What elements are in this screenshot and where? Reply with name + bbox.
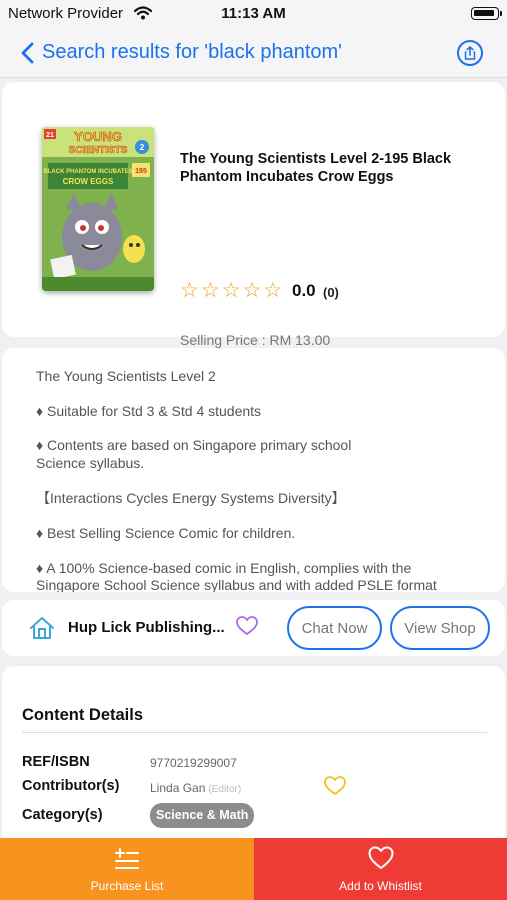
content-details-heading: Content Details xyxy=(22,706,144,724)
book-cover-image[interactable]: 21 YOUNG SCIENTISTS 2 BLACK PHANTOM INCU… xyxy=(42,127,154,291)
share-icon xyxy=(464,46,476,60)
battery-icon xyxy=(471,7,502,20)
shop-row: Hup Lick Publishing... Chat Now View Sho… xyxy=(2,600,505,656)
isbn-value: 9770219299007 xyxy=(150,756,237,770)
contributor-role: (Editor) xyxy=(208,784,242,795)
category-chip[interactable]: Science & Math xyxy=(150,803,255,828)
product-title: The Young Scientists Level 2-195 Black P… xyxy=(180,151,452,185)
contributor-value: Linda Gan (Editor) xyxy=(150,781,241,795)
favorite-contributor-heart-icon[interactable] xyxy=(324,776,346,801)
star-empty-icon: ☆ xyxy=(200,279,220,302)
cover-story-line2: CROW EGGS xyxy=(63,177,114,186)
description-line: ♦ A 100% Science-based comic in English,… xyxy=(36,560,412,576)
content-details-card: Content Details REF/ISBN 9770219299007 C… xyxy=(2,666,505,846)
selling-price: Selling Price : RM 13.00 xyxy=(180,332,331,348)
star-empty-icon: ☆ xyxy=(242,279,262,302)
navigation-bar: Search results for 'black phantom' xyxy=(0,28,507,78)
description-card[interactable]: The Young Scientists Level 2 ♦ Suitable … xyxy=(2,348,505,592)
chevron-left-icon xyxy=(21,42,34,64)
add-to-wishlist-label: Add to Whistlist xyxy=(339,879,422,893)
description-line: ♦ Contents are based on Singapore primar… xyxy=(36,437,352,453)
star-empty-icon: ☆ xyxy=(180,279,199,302)
star-empty-icon: ☆ xyxy=(263,279,283,302)
description-line: The Young Scientists Level 2 xyxy=(36,368,216,384)
description-line: ♦ Suitable for Std 3 & Std 4 students xyxy=(36,403,262,419)
follow-shop-heart-icon[interactable] xyxy=(236,616,258,641)
divider xyxy=(22,732,487,733)
cover-issue: 195 xyxy=(135,168,147,175)
isbn-label: REF/ISBN xyxy=(22,754,90,770)
add-to-wishlist-button[interactable]: Add to Whistlist xyxy=(254,838,507,900)
description-line: ♦ Best Selling Science Comic for childre… xyxy=(36,525,296,541)
star-empty-icon: ☆ xyxy=(221,279,241,302)
shop-name[interactable]: Hup Lick Publishing... xyxy=(68,619,225,636)
back-button[interactable] xyxy=(12,38,42,68)
description-line: 【Interactions Cycles Energy Systems Dive… xyxy=(36,490,346,506)
rating-count: (0) xyxy=(323,285,339,300)
product-card: 21 YOUNG SCIENTISTS 2 BLACK PHANTOM INCU… xyxy=(2,82,505,348)
purchase-list-button[interactable]: Purchase List xyxy=(0,838,254,900)
shop-house-icon xyxy=(29,615,55,646)
view-shop-button[interactable]: View Shop xyxy=(390,606,490,650)
cover-badge-number: 21 xyxy=(46,132,54,139)
cover-level: 2 xyxy=(140,143,145,152)
contributor-name: Linda Gan xyxy=(150,781,206,795)
share-button[interactable] xyxy=(457,40,483,66)
purchase-list-label: Purchase List xyxy=(90,879,164,893)
chat-now-button[interactable]: Chat Now xyxy=(287,606,382,650)
page-title: Search results for 'black phantom' xyxy=(42,41,342,63)
rating-value: 0.0 xyxy=(292,281,316,300)
description-line: Science syllabus. xyxy=(36,455,145,471)
heart-icon xyxy=(368,846,394,875)
cover-story-line1: BLACK PHANTOM INCUBATES xyxy=(43,169,132,175)
bottom-action-bar: Purchase List Add to Whistlist xyxy=(0,838,507,900)
category-label: Category(s) xyxy=(22,807,103,823)
description-line: Singapore School Science syllabus and wi… xyxy=(36,577,437,592)
cover-brand-line1: YOUNG xyxy=(74,129,122,144)
cover-brand-line2: SCIENTISTS xyxy=(69,145,128,156)
status-time: 11:13 AM xyxy=(221,5,286,22)
status-bar: Network Provider 11:13 AM xyxy=(0,0,507,28)
purchase-list-icon xyxy=(113,846,141,877)
rating-stars: ☆ ☆ ☆ ☆ ☆ xyxy=(180,280,282,301)
contributor-label: Contributor(s) xyxy=(22,778,120,794)
